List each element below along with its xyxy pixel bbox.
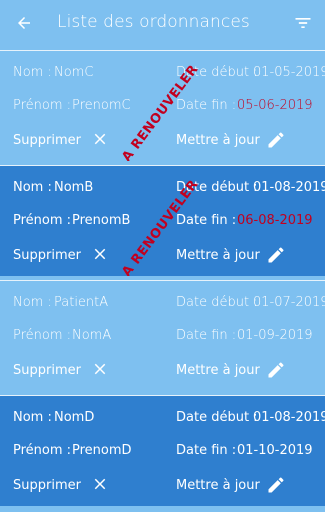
prenom-label: Prénom : [13, 443, 72, 458]
close-icon[interactable] [91, 475, 109, 493]
prenom-value: PrenomC [72, 98, 131, 113]
nom-value: NomB [54, 180, 94, 195]
supprimer-button[interactable]: Supprimer [13, 248, 81, 263]
prescription-card[interactable]: Nom : NomC Date début : 01-05-2019 Préno… [0, 50, 325, 161]
arrow-back-icon [18, 17, 30, 29]
filter-list-icon [295, 18, 311, 28]
date-debut-label: Date début : [176, 295, 258, 310]
mettre-a-jour-button[interactable]: Mettre à jour [176, 478, 260, 493]
close-icon[interactable] [91, 245, 109, 263]
prescription-card[interactable]: Nom : NomB Date début : 01-08-2019 Préno… [0, 165, 325, 276]
page-title: Liste des ordonnances [57, 12, 250, 32]
prenom-value: NomA [72, 328, 112, 343]
supprimer-button[interactable]: Supprimer [13, 133, 81, 148]
filter-button[interactable] [291, 11, 315, 35]
back-button[interactable] [10, 9, 38, 37]
date-fin-label: Date fin : [176, 328, 237, 343]
nom-value: NomC [54, 65, 94, 80]
pencil-icon[interactable] [266, 130, 286, 150]
app-bar: Liste des ordonnances [0, 0, 325, 46]
prescription-card[interactable]: Nom : NomD Date début : 01-08-2019 Préno… [0, 395, 325, 506]
prenom-label: Prénom : [13, 98, 72, 113]
close-icon[interactable] [91, 130, 109, 148]
prenom-value: PrenomB [72, 213, 131, 228]
nom-label: Nom : [13, 65, 52, 80]
nom-label: Nom : [13, 180, 52, 195]
date-debut-value: 01-08-2019 [253, 180, 325, 195]
supprimer-button[interactable]: Supprimer [13, 363, 81, 378]
date-debut-value: 01-07-2019 [253, 295, 325, 310]
pencil-icon[interactable] [266, 360, 286, 380]
date-fin-value: 05-06-2019 [237, 98, 313, 113]
date-fin-value: 06-08-2019 [237, 213, 313, 228]
date-fin-value: 01-10-2019 [237, 443, 313, 458]
prescription-card[interactable]: Nom : PatientA Date début : 01-07-2019 P… [0, 280, 325, 391]
date-debut-value: 01-05-2019 [253, 65, 325, 80]
date-debut-label: Date début : [176, 410, 258, 425]
prenom-value: PrenomD [72, 443, 132, 458]
nom-value: NomD [54, 410, 95, 425]
bottom-strip [0, 508, 325, 512]
date-fin-label: Date fin : [176, 213, 237, 228]
nom-value: PatientA [54, 295, 109, 310]
mettre-a-jour-button[interactable]: Mettre à jour [176, 363, 260, 378]
date-fin-label: Date fin : [176, 98, 237, 113]
pencil-icon[interactable] [266, 475, 286, 495]
prenom-label: Prénom : [13, 328, 72, 343]
pencil-icon[interactable] [266, 245, 286, 265]
nom-label: Nom : [13, 410, 52, 425]
date-debut-value: 01-08-2019 [253, 410, 325, 425]
date-fin-value: 01-09-2019 [237, 328, 313, 343]
nom-label: Nom : [13, 295, 52, 310]
mettre-a-jour-button[interactable]: Mettre à jour [176, 133, 260, 148]
supprimer-button[interactable]: Supprimer [13, 478, 81, 493]
prenom-label: Prénom : [13, 213, 72, 228]
mettre-a-jour-button[interactable]: Mettre à jour [176, 248, 260, 263]
date-fin-label: Date fin : [176, 443, 237, 458]
close-icon[interactable] [91, 360, 109, 378]
